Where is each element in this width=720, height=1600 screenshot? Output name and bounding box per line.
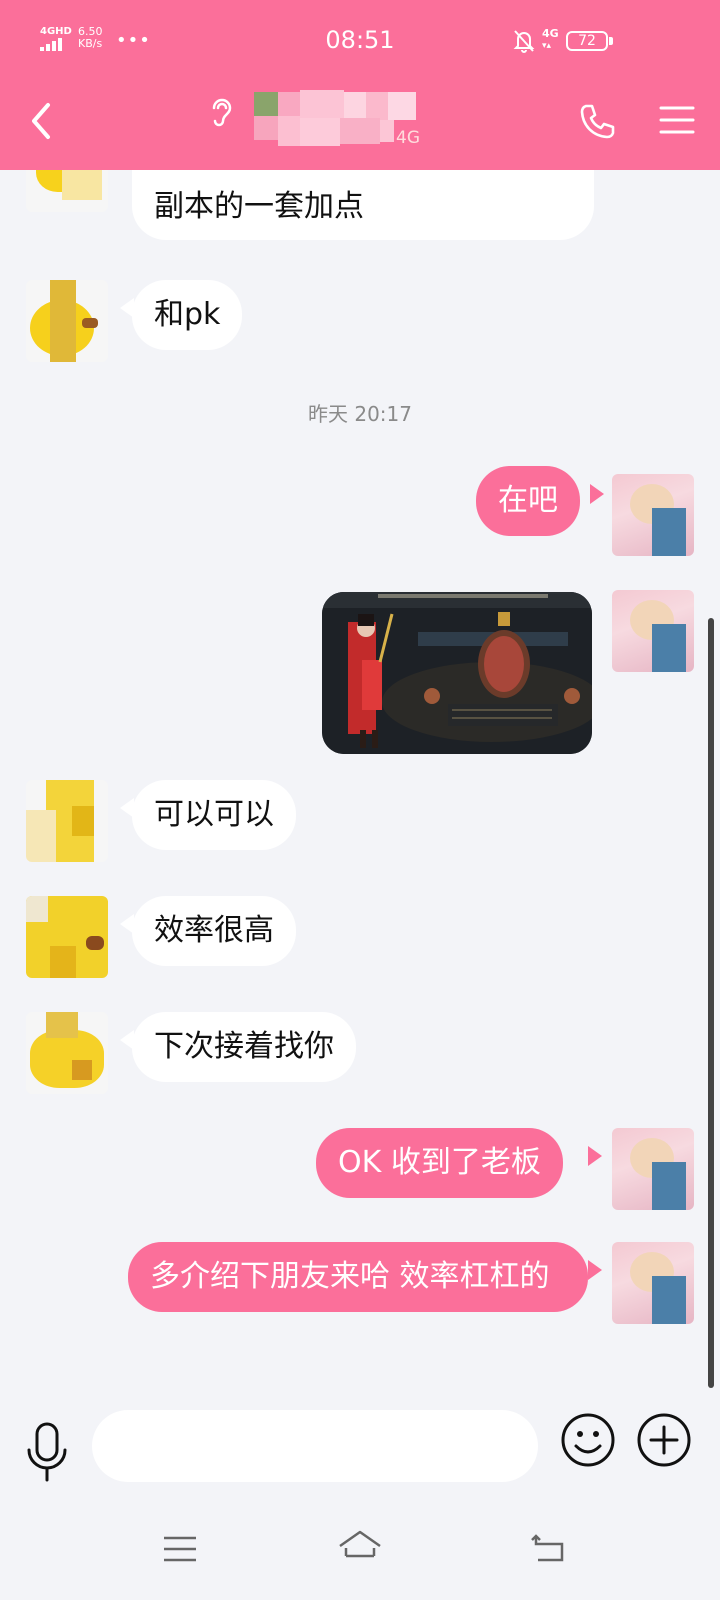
my-avatar[interactable] [612,1128,694,1210]
bell-off-icon [513,30,535,53]
message-input[interactable] [92,1410,538,1482]
my-avatar[interactable] [612,1242,694,1324]
image-message[interactable] [322,592,592,754]
recent-apps-icon[interactable] [160,1532,200,1566]
message-bubble-incoming[interactable]: 和pk [132,280,243,350]
chat-header: 4GHD 6.50 KB/s ••• 08:51 4G ▾▴ 72 4G [0,0,720,170]
message-bubble-outgoing[interactable]: 在吧 [476,466,580,536]
message-bubble-outgoing[interactable]: 多介绍下朋友来哈 效率杠杠的 [128,1242,588,1312]
message-bubble-outgoing[interactable]: OK 收到了老板 [316,1128,563,1198]
my-avatar[interactable] [612,590,694,672]
nav-bar: 4G [0,84,720,170]
system-navigation-bar [0,1520,720,1600]
message-bubble-incoming[interactable]: 下次接着找你 [132,1012,356,1082]
bubble-tail [590,484,604,504]
back-arrow-icon[interactable] [528,1530,568,1566]
chevron-left-icon[interactable] [22,96,62,146]
phone-icon[interactable] [576,100,616,142]
peer-avatar[interactable] [26,1012,108,1094]
battery-level: 72 [578,33,596,49]
message-bubble-incoming[interactable]: 效率很高 [132,896,296,966]
home-icon[interactable] [336,1528,384,1568]
message-bubble-incoming[interactable]: 可以可以 [132,780,296,850]
plus-circle-icon[interactable] [636,1412,692,1468]
bubble-tail [588,1260,602,1280]
ear-icon[interactable] [206,96,234,128]
peer-avatar[interactable] [26,280,108,362]
message-input-bar [0,1392,720,1520]
status-bar: 4GHD 6.50 KB/s ••• 08:51 4G ▾▴ 72 [0,0,720,84]
chat-message-list[interactable]: 副本的一套加点 和pk 昨天 20:17 在吧 可以可以 效率很高 下次接着找你… [0,170,720,1392]
peer-avatar[interactable] [26,896,108,978]
chat-scrollbar[interactable] [708,618,714,1388]
network-type-indicator: 4G ▾▴ [542,27,559,51]
peer-avatar[interactable] [26,170,108,212]
bubble-tail [588,1146,602,1166]
game-screenshot-image [322,592,592,754]
contact-name-pixelated[interactable] [250,90,420,146]
timestamp-divider: 昨天 20:17 [308,402,412,426]
peer-avatar[interactable] [26,780,108,862]
hamburger-menu-icon[interactable] [658,102,696,138]
battery-cap [609,37,613,45]
message-bubble-incoming[interactable]: 副本的一套加点 [132,170,594,240]
my-avatar[interactable] [612,474,694,556]
microphone-icon[interactable] [24,1422,70,1484]
smiley-icon[interactable] [560,1412,616,1468]
battery-icon: 72 [566,31,608,51]
contact-network-type: 4G [396,128,420,148]
